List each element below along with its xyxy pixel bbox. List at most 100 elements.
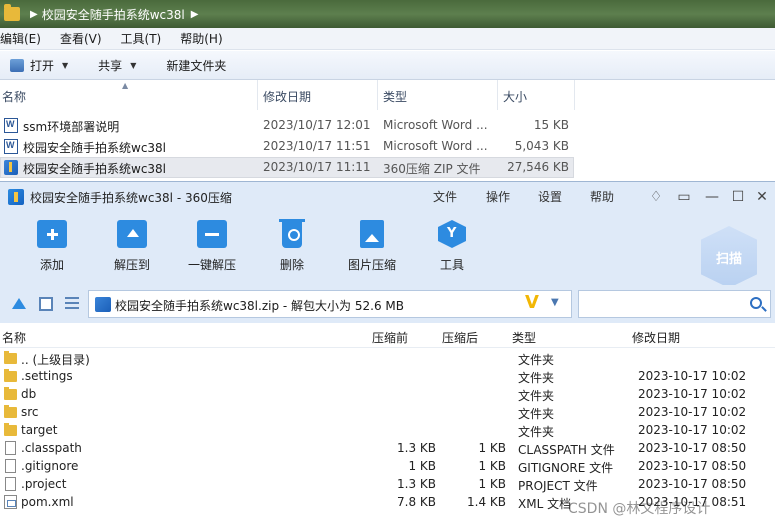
chevron-down-icon[interactable]: ▼	[551, 297, 559, 308]
word-doc-icon	[4, 118, 18, 133]
archive-row[interactable]: src 文件夹 2023-10-17 10:02	[0, 404, 775, 422]
list-view-icon[interactable]	[65, 297, 79, 311]
row-modified: 2023-10-17 10:02	[638, 369, 747, 383]
file-modified: 2023/10/17 11:11	[263, 160, 371, 174]
row-name: target	[21, 423, 58, 437]
column-modified[interactable]: 修改日期	[263, 88, 311, 105]
file-icon	[5, 459, 16, 473]
file-type: Microsoft Word ...	[383, 118, 488, 132]
add-label: 添加	[39, 258, 64, 272]
column-size[interactable]: 大小	[503, 88, 527, 105]
tools-label: 工具	[439, 258, 464, 272]
share-label: 共享	[98, 58, 123, 73]
column-compressed[interactable]: 压缩前	[372, 329, 408, 346]
image-compress-icon	[360, 220, 384, 248]
add-icon	[37, 220, 67, 248]
folder-icon	[4, 423, 17, 436]
archive-row[interactable]: .. (上级目录) 文件夹	[0, 350, 775, 368]
column-divider[interactable]	[257, 80, 258, 110]
extract-to-button[interactable]: 解压到	[97, 220, 167, 273]
row-size-after: 1.4 KB	[467, 495, 506, 509]
chevron-down-icon: ▼	[62, 60, 69, 70]
archive-row[interactable]: target 文件夹 2023-10-17 10:02	[0, 422, 775, 440]
row-type: XML 文档	[518, 497, 572, 511]
menu-tools[interactable]: 工具(T)	[121, 30, 169, 47]
menu-help[interactable]: 帮助(H)	[180, 30, 229, 47]
menu-bar: 编辑(E) 查看(V) 工具(T) 帮助(H)	[0, 28, 775, 50]
add-button[interactable]: 添加	[17, 220, 87, 273]
row-size-before: 1.3 KB	[397, 477, 436, 491]
up-arrow-icon[interactable]	[12, 297, 26, 311]
row-modified: 2023-10-17 08:50	[638, 441, 747, 455]
menu-view[interactable]: 查看(V)	[60, 30, 109, 47]
share-button[interactable]: 共享 ▼	[98, 57, 136, 74]
column-divider[interactable]	[574, 80, 575, 110]
row-name: db	[21, 387, 37, 401]
skin-icon[interactable]: ♢	[646, 187, 666, 207]
menu-settings[interactable]: 设置	[538, 188, 562, 205]
extract-icon	[117, 220, 147, 248]
zip-app-icon	[8, 189, 24, 205]
menu-help[interactable]: 帮助	[590, 188, 614, 205]
xml-file-icon	[4, 495, 17, 509]
file-row-selected[interactable]: 校园安全随手拍系统wc38l 2023/10/17 11:11 360压缩 ZI…	[0, 157, 574, 178]
thumbnail-view-icon[interactable]	[39, 297, 53, 311]
image-compress-button[interactable]: 图片压缩	[337, 220, 407, 273]
zip-nav-bar: 校园安全随手拍系统wc38l.zip - 解包大小为 52.6 MB V ▼	[0, 285, 775, 323]
column-type[interactable]: 类型	[383, 88, 407, 105]
menu-file[interactable]: 文件	[433, 188, 457, 205]
folder-icon	[4, 369, 17, 382]
open-button[interactable]: 打开 ▼	[0, 57, 68, 74]
row-size-after: 1 KB	[478, 441, 506, 455]
address-bar[interactable]: ▶ 校园安全随手拍系统wc38l ▶	[0, 0, 775, 28]
file-size: 5,043 KB	[514, 139, 569, 153]
archive-row[interactable]: .classpath 1.3 KB 1 KB CLASSPATH 文件 2023…	[0, 440, 775, 458]
image-compress-label: 图片压缩	[347, 258, 396, 272]
file-type: Microsoft Word ...	[383, 139, 488, 153]
maximize-icon[interactable]: ☐	[728, 187, 748, 207]
minimize-icon[interactable]: —	[702, 187, 722, 207]
row-modified: 2023-10-17 08:50	[638, 459, 747, 473]
search-box	[578, 290, 771, 318]
zip-title-bar[interactable]: 校园安全随手拍系统wc38l - 360压缩 文件 操作 设置 帮助 ♢ ▭ —…	[0, 182, 775, 212]
window-title: 校园安全随手拍系统wc38l - 360压缩	[30, 190, 232, 205]
archive-row[interactable]: db 文件夹 2023-10-17 10:02	[0, 386, 775, 404]
file-row[interactable]: 校园安全随手拍系统wc38l 2023/10/17 11:51 Microsof…	[0, 136, 775, 157]
tools-button[interactable]: 工具	[417, 220, 487, 273]
delete-button[interactable]: 删除	[257, 219, 327, 273]
scan-button[interactable]: 扫描	[701, 226, 757, 288]
column-type[interactable]: 类型	[512, 329, 536, 346]
archive-row[interactable]: .gitignore 1 KB 1 KB GITIGNORE 文件 2023-1…	[0, 458, 775, 476]
one-click-extract-button[interactable]: 一键解压	[177, 220, 247, 273]
breadcrumb-segment[interactable]: 校园安全随手拍系统wc38l	[42, 6, 185, 23]
trash-icon	[279, 219, 305, 248]
row-type: GITIGNORE 文件	[518, 461, 614, 475]
search-input[interactable]	[583, 292, 743, 316]
row-modified: 2023-10-17 08:50	[638, 477, 747, 491]
new-folder-button[interactable]: 新建文件夹	[166, 57, 226, 74]
menu-edit[interactable]: 编辑(E)	[0, 30, 48, 47]
file-icon	[5, 477, 16, 491]
close-icon[interactable]: ✕	[752, 187, 772, 207]
feedback-icon[interactable]: ▭	[674, 187, 694, 207]
row-name: pom.xml	[21, 495, 74, 509]
column-divider[interactable]	[377, 80, 378, 110]
path-box[interactable]: 校园安全随手拍系统wc38l.zip - 解包大小为 52.6 MB V ▼	[88, 290, 572, 318]
column-divider[interactable]	[497, 80, 498, 110]
column-modified[interactable]: 修改日期	[632, 329, 680, 346]
column-name[interactable]: 名称	[2, 88, 26, 105]
archive-row[interactable]: .project 1.3 KB 1 KB PROJECT 文件 2023-10-…	[0, 476, 775, 494]
chevron-down-icon: ▼	[130, 60, 137, 70]
column-name[interactable]: 名称	[2, 329, 26, 346]
file-modified: 2023/10/17 11:51	[263, 139, 371, 153]
menu-operate[interactable]: 操作	[486, 188, 510, 205]
delete-label: 删除	[279, 258, 304, 272]
chevron-right-icon[interactable]: ▶	[191, 9, 199, 20]
v-logo-icon[interactable]: V	[525, 292, 539, 313]
file-row[interactable]: ssm环境部署说明 2023/10/17 12:01 Microsoft Wor…	[0, 115, 775, 136]
archive-row[interactable]: .settings 文件夹 2023-10-17 10:02	[0, 368, 775, 386]
folder-icon	[4, 4, 20, 21]
column-after[interactable]: 压缩后	[442, 329, 478, 346]
row-name: src	[21, 405, 39, 419]
search-icon[interactable]	[750, 297, 762, 309]
